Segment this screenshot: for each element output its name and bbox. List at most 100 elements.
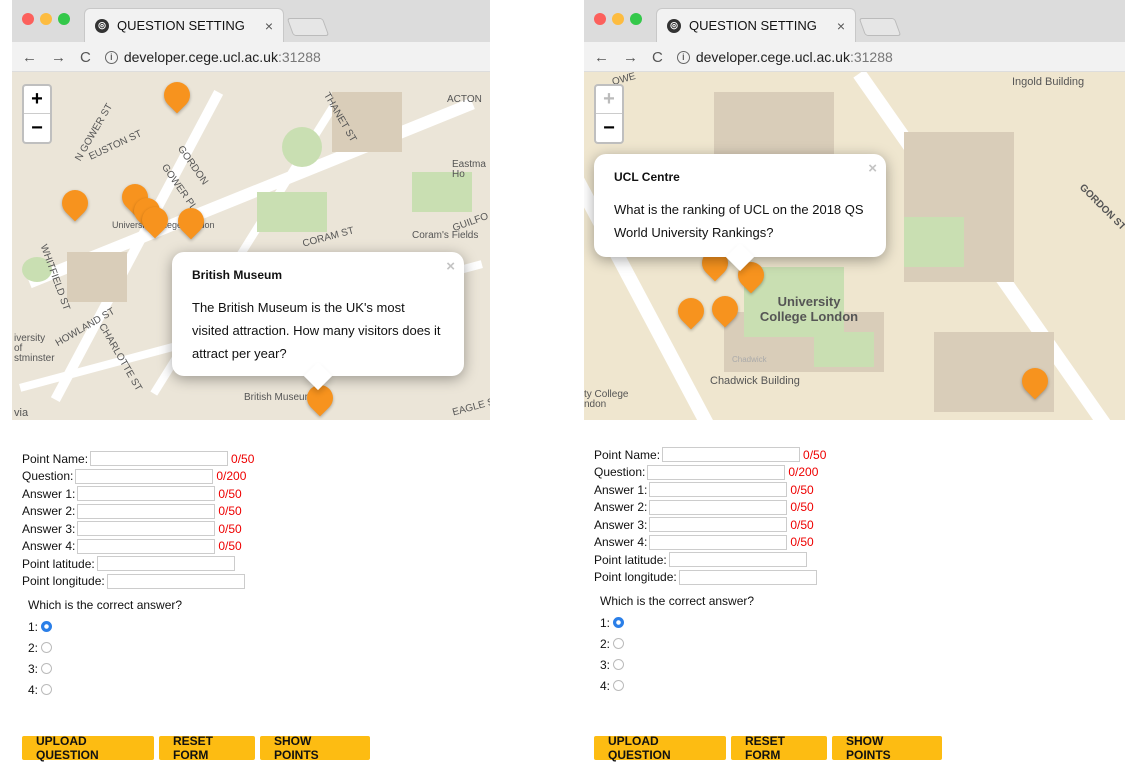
answer3-input[interactable] <box>77 521 216 537</box>
question-input[interactable] <box>647 464 786 480</box>
zoom-out-button[interactable]: − <box>596 114 622 142</box>
show-points-button[interactable]: SHOW POINTS <box>260 734 370 762</box>
answer3-row: Answer 3: 0/50 <box>22 520 254 538</box>
popup-close-icon[interactable]: × <box>446 258 455 275</box>
latitude-input[interactable] <box>96 556 235 572</box>
zoom-control: + − <box>594 84 624 144</box>
close-window-button[interactable] <box>594 13 606 25</box>
zoom-in-button[interactable]: + <box>24 86 50 114</box>
option-radio-3[interactable] <box>41 663 53 674</box>
answer2-row: Answer 2: 0/50 <box>594 499 826 517</box>
answer1-label: Answer 1: <box>594 482 648 497</box>
option-radio-3[interactable] <box>613 659 625 670</box>
map-view[interactable]: Ingold Building GORDON ST University Col… <box>584 72 1125 420</box>
point-name-input[interactable] <box>662 447 801 463</box>
map-marker[interactable] <box>672 292 710 330</box>
answer1-counter: 0/50 <box>790 482 814 497</box>
map-label: Coram's Fields <box>412 230 479 241</box>
point-name-input[interactable] <box>90 451 229 467</box>
option-label-1: 1: <box>28 619 39 634</box>
tab-close-icon[interactable]: × <box>837 18 845 34</box>
answer4-counter: 0/50 <box>218 539 242 554</box>
option-radio-2[interactable] <box>613 638 625 649</box>
popup-close-icon[interactable]: × <box>868 160 877 177</box>
info-icon[interactable]: i <box>676 50 690 64</box>
address-bar[interactable]: i developer.cege.ucl.ac.uk:31288 <box>104 49 321 65</box>
map-marker[interactable] <box>158 76 196 114</box>
reset-form-button[interactable]: RESET FORM <box>159 734 255 762</box>
ucl-favicon-icon: ◎ <box>667 18 681 33</box>
latitude-input[interactable] <box>668 552 807 568</box>
question-input[interactable] <box>75 468 214 484</box>
option-label-4: 4: <box>28 682 39 697</box>
reload-icon[interactable]: C <box>652 49 663 66</box>
option-radio-4[interactable] <box>613 680 625 691</box>
latitude-row: Point latitude: <box>22 555 254 573</box>
tab-close-icon[interactable]: × <box>265 18 273 34</box>
answer3-counter: 0/50 <box>790 517 814 532</box>
browser-chrome: ◎ QUESTION SETTING × ← → C i developer.c… <box>12 0 490 72</box>
answer4-row: Answer 4: 0/50 <box>22 538 254 556</box>
forward-arrow-icon[interactable]: → <box>51 49 66 66</box>
maximize-window-button[interactable] <box>58 13 70 25</box>
popup-text: What is the ranking of UCL on the 2018 Q… <box>614 202 864 240</box>
back-arrow-icon[interactable]: ← <box>594 49 609 66</box>
show-points-button[interactable]: SHOW POINTS <box>832 734 942 762</box>
url-port: :31288 <box>277 49 321 65</box>
answer4-input[interactable] <box>649 534 788 550</box>
minimize-window-button[interactable] <box>612 13 624 25</box>
reload-icon[interactable]: C <box>80 49 91 66</box>
option-label-3: 3: <box>28 661 39 676</box>
popup-text: The British Museum is the UK's most visi… <box>192 300 441 361</box>
minimize-window-button[interactable] <box>40 13 52 25</box>
question-row: Question: 0/200 <box>594 464 826 482</box>
tab-question-setting[interactable]: ◎ QUESTION SETTING × <box>84 8 284 42</box>
answer1-input[interactable] <box>77 486 216 502</box>
option-row-1: 1: <box>600 612 826 633</box>
tab-question-setting[interactable]: ◎ QUESTION SETTING × <box>656 8 856 42</box>
question-label: Question: <box>22 469 74 484</box>
answer1-row: Answer 1: 0/50 <box>22 485 254 503</box>
address-bar[interactable]: i developer.cege.ucl.ac.uk:31288 <box>676 49 893 65</box>
new-tab-button[interactable] <box>286 18 330 36</box>
option-radio-4[interactable] <box>41 684 53 695</box>
zoom-out-button[interactable]: − <box>24 114 50 142</box>
answer2-label: Answer 2: <box>594 500 648 515</box>
point-name-row: Point Name: 0/50 <box>22 450 254 468</box>
longitude-row: Point longitude: <box>594 569 826 587</box>
tab-title: QUESTION SETTING <box>117 18 245 33</box>
upload-question-button[interactable]: UPLOAD QUESTION <box>22 734 154 762</box>
option-radio-1[interactable] <box>41 621 53 632</box>
zoom-in-button[interactable]: + <box>596 86 622 114</box>
map-view[interactable]: ACTON THANET ST N GOWER ST EUSTON ST COR… <box>12 72 490 420</box>
map-label: Eastma Ho <box>452 159 486 180</box>
longitude-input[interactable] <box>106 573 245 589</box>
answer3-row: Answer 3: 0/50 <box>594 516 826 534</box>
option-row-3: 3: <box>28 658 254 679</box>
option-row-2: 2: <box>28 637 254 658</box>
back-arrow-icon[interactable]: ← <box>22 49 37 66</box>
option-radio-2[interactable] <box>41 642 53 653</box>
popup-tip <box>303 361 333 391</box>
map-label: ACTON <box>447 94 482 105</box>
answer2-counter: 0/50 <box>790 500 814 515</box>
upload-question-button[interactable]: UPLOAD QUESTION <box>594 734 726 762</box>
answer4-input[interactable] <box>77 538 216 554</box>
close-window-button[interactable] <box>22 13 34 25</box>
answer1-input[interactable] <box>649 482 788 498</box>
answer3-input[interactable] <box>649 517 788 533</box>
option-radio-1[interactable] <box>613 617 625 628</box>
answer2-input[interactable] <box>77 503 216 519</box>
question-form: Point Name: 0/50 Question: 0/200 Answer … <box>594 446 826 696</box>
reset-form-button[interactable]: RESET FORM <box>731 734 827 762</box>
longitude-input[interactable] <box>678 569 817 585</box>
forward-arrow-icon[interactable]: → <box>623 49 638 66</box>
map-marker[interactable] <box>56 184 94 222</box>
browser-chrome: ◎ QUESTION SETTING × ← → C i developer.c… <box>584 0 1125 72</box>
answer2-counter: 0/50 <box>218 504 242 519</box>
info-icon[interactable]: i <box>104 50 118 64</box>
answer4-label: Answer 4: <box>594 535 648 550</box>
maximize-window-button[interactable] <box>630 13 642 25</box>
new-tab-button[interactable] <box>858 18 902 36</box>
answer2-input[interactable] <box>649 499 788 515</box>
